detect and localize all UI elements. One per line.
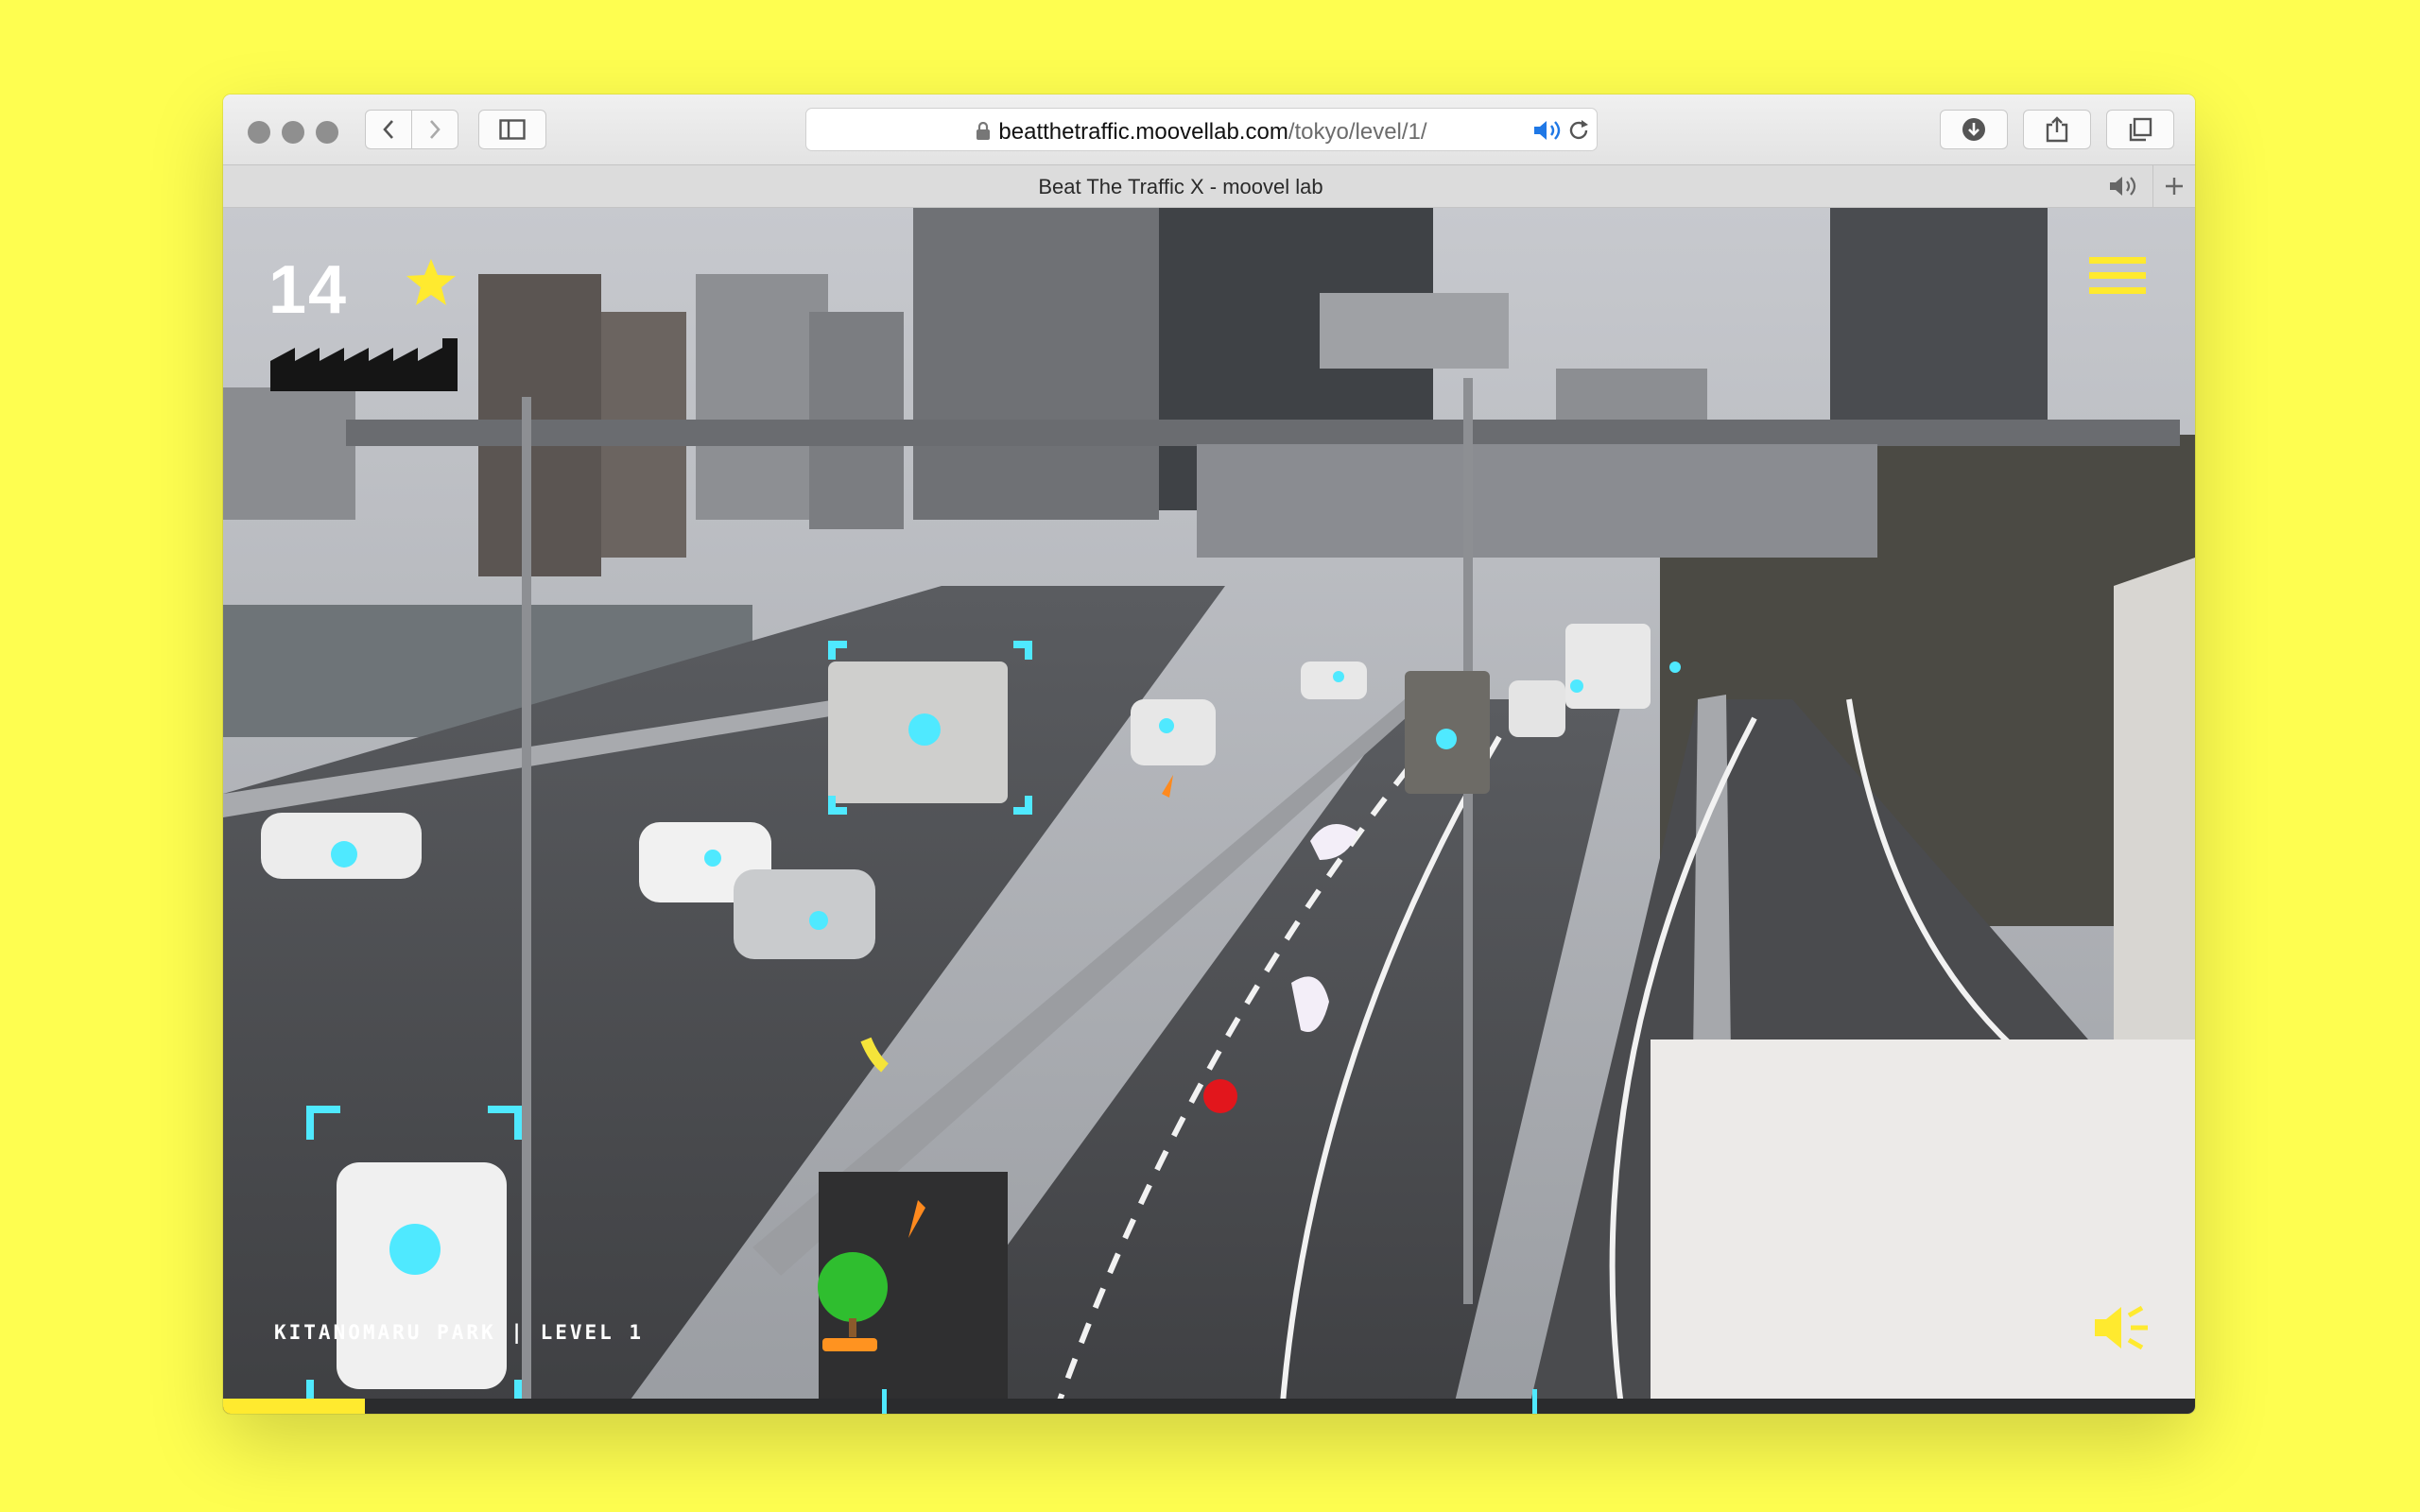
target-dot[interactable] <box>1570 679 1583 693</box>
back-button[interactable] <box>365 110 412 149</box>
menu-button[interactable] <box>2089 257 2146 301</box>
truck <box>1565 624 1651 709</box>
level-progress-fill <box>223 1399 366 1414</box>
lock-icon <box>977 121 991 140</box>
forward-button[interactable] <box>411 110 458 149</box>
target-dot[interactable] <box>809 911 828 930</box>
target-dot[interactable] <box>1333 671 1344 682</box>
sidebar-icon <box>499 119 526 140</box>
target-dot[interactable] <box>1159 718 1174 733</box>
progress-checkpoint <box>881 1389 887 1414</box>
car <box>1301 662 1367 699</box>
van <box>1131 699 1216 765</box>
score-value: 14 <box>268 252 349 328</box>
forward-icon <box>430 120 441 139</box>
target-dot[interactable] <box>389 1224 441 1275</box>
audio-icon[interactable] <box>1532 118 1564 143</box>
tab-title[interactable]: Beat The Traffic X - moovel lab <box>223 175 2138 199</box>
tab-audio-icon[interactable] <box>2108 175 2140 198</box>
noise-barrier <box>1651 1040 2195 1414</box>
target-dot[interactable] <box>1436 729 1457 749</box>
star-icon <box>406 259 456 305</box>
progress-checkpoint <box>1532 1389 1538 1414</box>
tree-trunk <box>849 1318 856 1337</box>
level-progress-bar <box>223 1389 2195 1414</box>
player-tree <box>818 1252 888 1322</box>
close-window-button[interactable] <box>248 121 270 144</box>
overpass-beam <box>346 420 2180 446</box>
lamp-post <box>522 397 531 1414</box>
url-path: /tokyo/level/1/ <box>1288 119 1427 145</box>
overpass-panel <box>1197 444 1877 558</box>
new-tab-icon <box>2166 178 2183 195</box>
sidebar-button[interactable] <box>478 110 546 149</box>
new-tab-button[interactable] <box>2152 165 2195 207</box>
target-dot[interactable] <box>1669 662 1681 673</box>
car <box>1509 680 1565 737</box>
share-button[interactable] <box>2023 110 2091 149</box>
location-label: KITANOMARU PARK | LEVEL 1 <box>274 1321 645 1344</box>
reload-icon[interactable] <box>1566 118 1591 143</box>
downloads-button[interactable] <box>1940 110 2008 149</box>
cherry <box>1203 1079 1237 1113</box>
game-viewport[interactable]: 14 KITANOMARU PARK | LEVEL 1 <box>223 208 2195 1414</box>
share-icon <box>2046 116 2068 143</box>
back-icon <box>383 120 393 139</box>
target-dot[interactable] <box>908 713 941 746</box>
traffic-camera-feed[interactable] <box>223 208 2195 1414</box>
tab-bar: Beat The Traffic X - moovel lab <box>223 164 2195 208</box>
tabs-icon <box>2129 117 2152 142</box>
sound-icon[interactable] <box>2093 1304 2152 1351</box>
skateboard <box>822 1338 877 1351</box>
car <box>337 1162 507 1389</box>
url-text: beatthetraffic.moovellab.com/tokyo/level… <box>806 119 1597 146</box>
car <box>734 869 875 959</box>
browser-window: beatthetraffic.moovellab.com/tokyo/level… <box>223 94 2195 1414</box>
target-dot[interactable] <box>331 841 357 868</box>
target-dot[interactable] <box>704 850 721 867</box>
address-bar[interactable]: beatthetraffic.moovellab.com/tokyo/level… <box>805 108 1598 151</box>
browser-toolbar: beatthetraffic.moovellab.com/tokyo/level… <box>223 94 2195 164</box>
minimize-window-button[interactable] <box>282 121 304 144</box>
download-icon <box>1962 118 1985 141</box>
lamp-post <box>1463 378 1473 1304</box>
url-host: beatthetraffic.moovellab.com <box>998 119 1288 145</box>
zoom-window-button[interactable] <box>316 121 338 144</box>
factory-icon <box>270 338 458 391</box>
show-tabs-button[interactable] <box>2106 110 2174 149</box>
